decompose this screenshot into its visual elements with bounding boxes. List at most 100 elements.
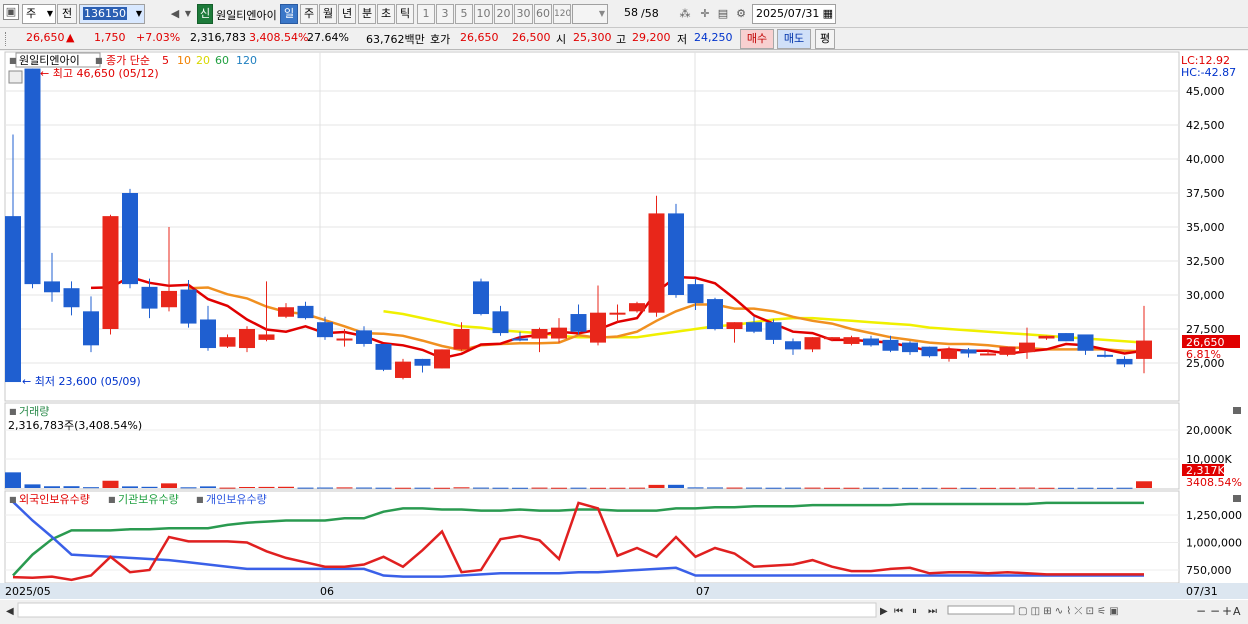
interval-3[interactable]: 3 <box>436 4 454 24</box>
tab-tick[interactable]: 틱 <box>396 4 414 24</box>
candle-body <box>336 338 353 341</box>
quote-bar: 26,650 ▲ 1,750 +7.03% 2,316,783 3,408.54… <box>0 28 1248 50</box>
interval-custom-select[interactable]: ▼ <box>572 4 608 24</box>
change-percent: +7.03% <box>136 31 181 44</box>
interval-60[interactable]: 60 <box>534 4 552 24</box>
window-menu-icon[interactable]: ▣ <box>3 4 19 20</box>
candle-body <box>434 349 450 369</box>
volume-bar <box>219 487 236 489</box>
volume-bar <box>1038 487 1055 489</box>
date-input[interactable]: 2025/07/31 ▦ <box>752 4 836 24</box>
scroll-right-icon[interactable]: ▶ <box>880 606 888 617</box>
candle-body <box>63 288 80 308</box>
candle-body <box>297 305 314 319</box>
link-icon[interactable]: ⁂ <box>676 4 694 24</box>
interval-30[interactable]: 30 <box>514 4 533 24</box>
up-arrow-icon: ▲ <box>66 31 75 44</box>
candle-body <box>746 322 762 332</box>
candle-body <box>219 337 236 347</box>
volume-value: 2,316,783 <box>190 31 246 44</box>
high-annotation: ← 최고 46,650 (05/12) <box>40 67 159 80</box>
volume-bar <box>375 487 392 489</box>
stock-code-input[interactable]: 136150 ▼ <box>79 4 145 24</box>
tab-minute[interactable]: 분 <box>358 4 376 24</box>
candle-body <box>44 281 60 293</box>
candle-body <box>629 303 645 312</box>
candle-body <box>83 311 99 346</box>
volume-bar <box>921 487 938 489</box>
low-annotation-text: 최저 23,600 (05/09) <box>35 375 141 388</box>
volume-bar <box>570 487 587 489</box>
candle-body <box>258 334 275 340</box>
scrollbar-track[interactable] <box>17 602 877 618</box>
panel-close-icon[interactable] <box>1233 495 1241 502</box>
volume-bar <box>414 487 431 489</box>
ask-price: 26,650 <box>460 31 499 44</box>
volume-bar <box>395 487 411 489</box>
save-icon[interactable]: ▤ <box>714 4 732 24</box>
legend-ma-10: 10 <box>177 54 191 67</box>
candle-body <box>668 213 684 295</box>
interval-120[interactable]: 120 <box>553 4 571 24</box>
scroll-left-icon[interactable]: ◀ <box>6 606 14 617</box>
candle-body <box>1019 342 1035 353</box>
volume-bar <box>551 487 567 489</box>
tab-year[interactable]: 년 <box>338 4 356 24</box>
zoom-slider[interactable] <box>947 605 1015 615</box>
price-tick-label: 30,000 <box>1186 289 1225 302</box>
candle-body <box>765 322 782 340</box>
candle-body <box>1097 354 1113 357</box>
interval-20[interactable]: 20 <box>494 4 513 24</box>
crosshair-icon[interactable]: ✛ <box>696 4 714 24</box>
legend-dot-icon: ■ <box>9 495 17 504</box>
volume-bar <box>960 487 977 489</box>
interval-1[interactable]: 1 <box>417 4 435 24</box>
candle-body <box>278 307 294 317</box>
period-select-value: 주 <box>26 7 37 20</box>
candle-body <box>453 329 470 350</box>
interval-10[interactable]: 10 <box>474 4 493 24</box>
tab-day[interactable]: 일 <box>280 4 298 24</box>
trade-amount: 63,762백만 <box>366 33 425 46</box>
interval-5[interactable]: 5 <box>455 4 473 24</box>
tab-week[interactable]: 주 <box>300 4 318 24</box>
font-size-icon[interactable]: A <box>1233 605 1241 618</box>
new-listing-badge: 신 <box>197 4 213 24</box>
evaluate-button[interactable]: 평 <box>815 29 835 49</box>
prev-button[interactable]: 전 <box>57 4 77 24</box>
volume-panel <box>4 402 1180 490</box>
tool-icons[interactable]: ▢ ◫ ⊞ ∿ ⌇ ⤫ ⊡ ⚟ ▣ <box>1018 606 1119 617</box>
minus-icon[interactable]: − <box>1210 604 1220 618</box>
volume-bar <box>531 487 548 489</box>
legend-ma-5: 5 <box>162 54 169 67</box>
rewind-icon[interactable]: ⏮ <box>894 606 903 617</box>
page-input[interactable]: 58 <box>611 4 641 24</box>
forward-icon[interactable]: ⏭ <box>928 606 937 617</box>
volume-bar <box>863 487 879 489</box>
buy-button[interactable]: 매수 <box>740 29 774 49</box>
volume-current: 2,316,783주(3,408.54%) <box>8 419 142 432</box>
volume-bar <box>765 487 782 489</box>
volume-bar <box>44 486 60 488</box>
gear-icon[interactable]: ⚙ <box>732 4 750 24</box>
x-label-jun: 06 <box>320 585 334 598</box>
period-select[interactable]: 주 ▼ <box>22 4 56 24</box>
high-annotation-text: 최고 46,650 (05/12) <box>53 67 159 80</box>
panel-close-icon[interactable] <box>1233 407 1241 414</box>
volume-bar <box>629 487 645 489</box>
candle-body <box>785 341 801 350</box>
bid-price: 26,500 <box>512 31 551 44</box>
table-icon[interactable] <box>8 70 23 84</box>
pause-icon[interactable]: ⏸ <box>912 606 917 617</box>
volume-bar <box>1136 481 1152 488</box>
candle-body <box>843 337 860 344</box>
zoom-out-icon[interactable]: − <box>1196 604 1206 618</box>
sell-button[interactable]: 매도 <box>777 29 811 49</box>
chart-area[interactable]: 45,000 42,500 40,000 37,500 35,000 32,500 30,0… <box>0 51 1248 621</box>
legend-ma-120: 120 <box>236 54 257 67</box>
candle-body <box>960 349 977 354</box>
tab-month[interactable]: 월 <box>319 4 337 24</box>
chevron-down-icon[interactable]: ▼ <box>182 4 194 24</box>
zoom-in-icon[interactable]: + <box>1222 604 1232 618</box>
tab-second[interactable]: 초 <box>377 4 395 24</box>
